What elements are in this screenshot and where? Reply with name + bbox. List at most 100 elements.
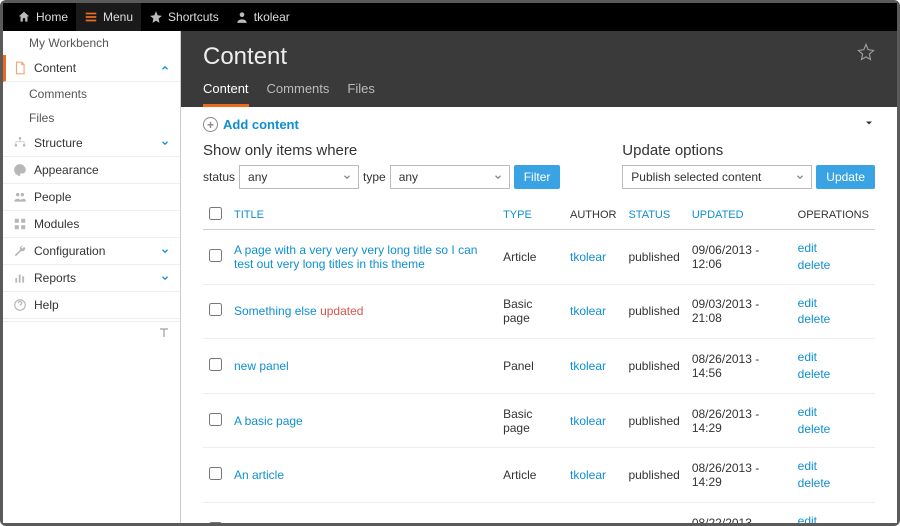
row-title-link[interactable]: A page with a very very very long title …	[234, 243, 477, 271]
row-checkbox[interactable]	[209, 358, 222, 371]
col-title[interactable]: TITLE	[228, 201, 497, 230]
sidebar-item-label: Files	[29, 111, 54, 125]
tab-comments[interactable]: Comments	[267, 81, 330, 107]
row-updated: 08/26/2013 - 14:29	[686, 448, 792, 503]
row-updated: 08/26/2013 - 14:56	[686, 339, 792, 394]
row-checkbox[interactable]	[209, 522, 222, 523]
edit-link[interactable]: edit	[798, 240, 869, 257]
row-author-link[interactable]: tkolear	[570, 250, 606, 264]
row-title-link[interactable]: An article	[234, 468, 284, 482]
row-updated: 08/26/2013 - 14:29	[686, 393, 792, 448]
row-title-link[interactable]: new panel	[234, 359, 289, 373]
col-updated[interactable]: UPDATED	[686, 201, 792, 230]
chevron-down-icon	[160, 246, 170, 256]
star-icon	[149, 10, 163, 24]
row-title-link[interactable]: A basic page	[234, 414, 303, 428]
col-author[interactable]: AUTHOR	[564, 201, 622, 230]
sidebar-item-label: Modules	[34, 217, 79, 231]
appearance-icon	[13, 163, 27, 177]
home-icon	[17, 10, 31, 24]
edit-link[interactable]: edit	[798, 513, 869, 523]
sidebar-item-people[interactable]: People	[3, 184, 180, 211]
row-author-link[interactable]: tkolear	[570, 304, 606, 318]
sidebar-item-structure[interactable]: Structure	[3, 130, 180, 157]
row-type: Basic page	[497, 393, 564, 448]
edit-link[interactable]: edit	[798, 458, 869, 475]
sidebar: My Workbench Content Comments Files Stru…	[3, 31, 181, 523]
row-checkbox[interactable]	[209, 413, 222, 426]
topbar-user[interactable]: tkolear	[227, 3, 298, 31]
sidebar-item-label: Configuration	[34, 244, 105, 258]
sidebar-item-files[interactable]: Files	[3, 106, 180, 130]
type-label: type	[363, 170, 386, 184]
topbar-menu[interactable]: Menu	[76, 3, 141, 31]
chevron-down-icon	[160, 273, 170, 283]
sidebar-item-label: Structure	[34, 136, 83, 150]
select-all-checkbox[interactable]	[209, 207, 222, 220]
edit-link[interactable]: edit	[798, 404, 869, 421]
tab-files[interactable]: Files	[347, 81, 374, 107]
sidebar-item-content[interactable]: Content	[3, 55, 180, 82]
topbar-home[interactable]: Home	[9, 3, 76, 31]
row-status: published	[622, 339, 685, 394]
filter-block: Show only items where status any type an…	[203, 142, 560, 189]
menu-icon	[84, 10, 98, 24]
table-row: hgfjhgfjhgfArticletkolearpublished08/22/…	[203, 502, 875, 523]
topbar-shortcuts[interactable]: Shortcuts	[141, 3, 227, 31]
add-content-label: Add content	[223, 117, 299, 132]
row-type: Article	[497, 448, 564, 503]
content-body: + Add content Show only items where stat…	[181, 107, 897, 523]
sidebar-item-modules[interactable]: Modules	[3, 211, 180, 238]
delete-link[interactable]: delete	[798, 257, 869, 274]
sidebar-item-reports[interactable]: Reports	[3, 265, 180, 292]
row-title-link[interactable]: Something else	[234, 304, 317, 318]
topbar-shortcuts-label: Shortcuts	[168, 10, 219, 24]
modules-icon	[13, 217, 27, 231]
sidebar-item-configuration[interactable]: Configuration	[3, 238, 180, 265]
sidebar-orientation-toggle-icon[interactable]	[158, 327, 170, 342]
sidebar-item-appearance[interactable]: Appearance	[3, 157, 180, 184]
user-icon	[235, 10, 249, 24]
col-status[interactable]: STATUS	[622, 201, 685, 230]
table-row: A page with a very very very long title …	[203, 230, 875, 285]
row-updated: 08/22/2013 - 10:25	[686, 502, 792, 523]
row-author-link[interactable]: tkolear	[570, 468, 606, 482]
sidebar-item-my-workbench[interactable]: My Workbench	[3, 31, 180, 55]
delete-link[interactable]: delete	[798, 311, 869, 328]
row-checkbox[interactable]	[209, 467, 222, 480]
row-author-link[interactable]: tkolear	[570, 414, 606, 428]
reports-icon	[13, 271, 27, 285]
update-action-select[interactable]: Publish selected content	[622, 165, 812, 189]
structure-icon	[13, 136, 27, 150]
people-icon	[13, 190, 27, 204]
update-button[interactable]: Update	[816, 165, 875, 189]
delete-link[interactable]: delete	[798, 421, 869, 438]
plus-circle-icon: +	[203, 117, 218, 132]
col-type[interactable]: TYPE	[497, 201, 564, 230]
row-updated: 09/06/2013 - 12:06	[686, 230, 792, 285]
row-checkbox[interactable]	[209, 249, 222, 262]
filter-button[interactable]: Filter	[514, 165, 561, 189]
sidebar-item-label: My Workbench	[29, 36, 109, 50]
sidebar-item-label: Content	[34, 61, 76, 75]
sidebar-item-help[interactable]: Help	[3, 292, 180, 319]
row-checkbox[interactable]	[209, 303, 222, 316]
tab-content[interactable]: Content	[203, 81, 249, 107]
chevron-down-icon	[795, 172, 805, 182]
chevron-down-icon	[342, 172, 352, 182]
delete-link[interactable]: delete	[798, 366, 869, 383]
delete-link[interactable]: delete	[798, 475, 869, 492]
row-type: Panel	[497, 339, 564, 394]
edit-link[interactable]: edit	[798, 349, 869, 366]
row-author-link[interactable]: tkolear	[570, 359, 606, 373]
sidebar-item-comments[interactable]: Comments	[3, 82, 180, 106]
chevron-down-icon	[160, 138, 170, 148]
favorite-star-icon[interactable]	[857, 43, 875, 61]
type-select-value: any	[399, 170, 418, 184]
row-status: published	[622, 502, 685, 523]
dropdown-caret-icon[interactable]	[863, 117, 875, 132]
edit-link[interactable]: edit	[798, 295, 869, 312]
status-select[interactable]: any	[239, 165, 359, 189]
add-content-link[interactable]: + Add content	[203, 117, 299, 132]
type-select[interactable]: any	[390, 165, 510, 189]
